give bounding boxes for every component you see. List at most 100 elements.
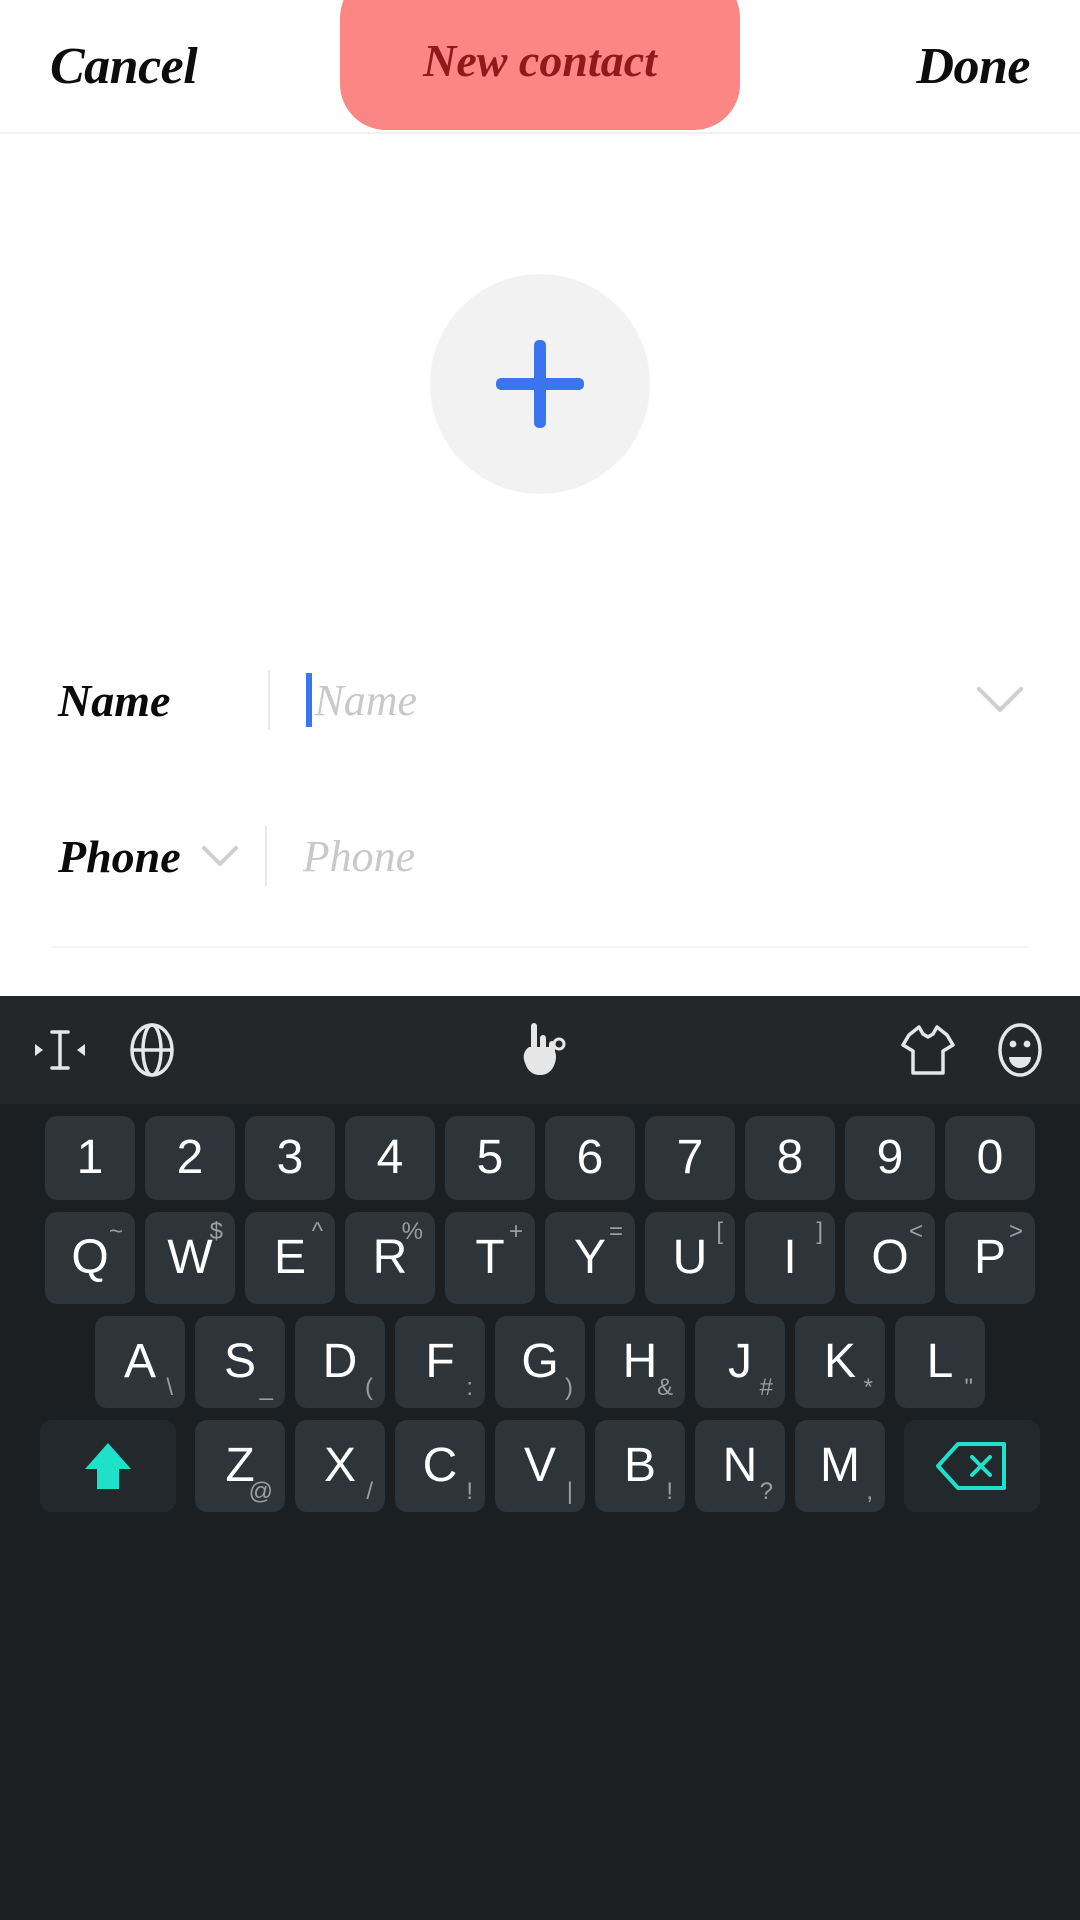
name-input[interactable]: Name xyxy=(306,673,976,727)
key-label: 6 xyxy=(576,1131,604,1184)
key-label: I xyxy=(783,1231,797,1284)
key-label: Q xyxy=(71,1231,109,1284)
key-secondary-symbol: / xyxy=(366,1478,373,1505)
onscreen-keyboard: 1234567890 ~ Q $ W ^ E% R + T = Y[U] I < O > P A \ S _ D(F:… xyxy=(0,996,1080,1920)
key-8[interactable]: 8 xyxy=(745,1116,835,1200)
key-label: H xyxy=(622,1335,658,1388)
key-K[interactable]: K * xyxy=(795,1316,885,1408)
key-T[interactable]: + T xyxy=(445,1212,535,1304)
key-I[interactable]: ] I xyxy=(745,1212,835,1304)
key-4[interactable]: 4 xyxy=(345,1116,435,1200)
key-W[interactable]: $ W xyxy=(145,1212,235,1304)
handwriting-icon[interactable] xyxy=(494,1004,586,1096)
top-navigation-bar: Cancel New contact Done xyxy=(0,0,1080,134)
key-label: 9 xyxy=(876,1131,904,1184)
key-secondary-symbol: ! xyxy=(666,1478,673,1505)
key-label: J xyxy=(728,1335,752,1388)
key-H[interactable]: H & xyxy=(595,1316,685,1408)
key-S[interactable]: S _ xyxy=(195,1316,285,1408)
done-button[interactable]: Done xyxy=(916,0,1030,132)
globe-icon[interactable] xyxy=(106,1004,198,1096)
key-label: 5 xyxy=(476,1131,504,1184)
shift-key[interactable] xyxy=(40,1420,176,1512)
key-secondary-symbol: > xyxy=(1008,1218,1023,1245)
key-D[interactable]: D( xyxy=(295,1316,385,1408)
key-label: N xyxy=(722,1439,758,1492)
key-label: T xyxy=(475,1231,505,1284)
field-row-phone[interactable]: Phone Phone xyxy=(0,808,1080,904)
tshirt-icon[interactable] xyxy=(882,1004,974,1096)
key-5[interactable]: 5 xyxy=(445,1116,535,1200)
key-2[interactable]: 2 xyxy=(145,1116,235,1200)
key-P[interactable]: > P xyxy=(945,1212,1035,1304)
key-M[interactable]: M, xyxy=(795,1420,885,1512)
key-label: C xyxy=(422,1439,458,1492)
key-A[interactable]: A \ xyxy=(95,1316,185,1408)
key-O[interactable]: < O xyxy=(845,1212,935,1304)
key-secondary-symbol: : xyxy=(466,1374,473,1401)
key-secondary-symbol: # xyxy=(759,1374,773,1401)
key-label: P xyxy=(973,1231,1006,1284)
key-6[interactable]: 6 xyxy=(545,1116,635,1200)
add-photo-button[interactable] xyxy=(430,274,650,494)
key-Q[interactable]: ~ Q xyxy=(45,1212,135,1304)
key-label: 8 xyxy=(776,1131,804,1184)
key-R[interactable]: % R xyxy=(345,1212,435,1304)
key-9[interactable]: 9 xyxy=(845,1116,935,1200)
keyboard-row-qwerty: ~ Q $ W ^ E% R + T = Y[U] I < O > P xyxy=(0,1212,1080,1304)
emoji-icon[interactable] xyxy=(974,1004,1066,1096)
key-N[interactable]: N? xyxy=(695,1420,785,1512)
phone-field-label: Phone xyxy=(58,830,181,882)
key-1[interactable]: 1 xyxy=(45,1116,135,1200)
field-divider xyxy=(264,826,267,886)
field-row-name[interactable]: Name Name xyxy=(0,652,1080,748)
keyboard-row-asdf: A \ S _ D(F: G) H & J # K * L " xyxy=(0,1316,1080,1408)
key-Y[interactable]: = Y xyxy=(545,1212,635,1304)
field-divider xyxy=(268,670,271,730)
text-cursor-icon[interactable] xyxy=(14,1004,106,1096)
key-secondary-symbol: $ xyxy=(209,1218,223,1245)
key-X[interactable]: X / xyxy=(295,1420,385,1512)
cancel-label: Cancel xyxy=(50,37,198,95)
key-V[interactable]: V | xyxy=(495,1420,585,1512)
key-label: W xyxy=(167,1231,213,1284)
phone-input[interactable]: Phone xyxy=(303,831,1080,882)
key-J[interactable]: J # xyxy=(695,1316,785,1408)
key-label: B xyxy=(623,1439,656,1492)
phone-placeholder: Phone xyxy=(302,831,416,881)
key-label: A xyxy=(123,1335,156,1388)
key-secondary-symbol: [ xyxy=(716,1218,723,1245)
key-C[interactable]: C! xyxy=(395,1420,485,1512)
key-label: K xyxy=(823,1335,856,1388)
phone-type-chevron-down-icon[interactable] xyxy=(201,845,239,867)
key-Z[interactable]: Z @ xyxy=(195,1420,285,1512)
cancel-button[interactable]: Cancel xyxy=(50,0,198,132)
key-secondary-symbol: ! xyxy=(466,1478,473,1505)
backspace-key[interactable] xyxy=(904,1420,1040,1512)
key-label: 4 xyxy=(376,1131,404,1184)
key-3[interactable]: 3 xyxy=(245,1116,335,1200)
key-B[interactable]: B! xyxy=(595,1420,685,1512)
key-0[interactable]: 0 xyxy=(945,1116,1035,1200)
key-E[interactable]: ^ E xyxy=(245,1212,335,1304)
key-L[interactable]: L " xyxy=(895,1316,985,1408)
key-7[interactable]: 7 xyxy=(645,1116,735,1200)
key-secondary-symbol: ( xyxy=(365,1374,373,1401)
key-label: 0 xyxy=(976,1131,1004,1184)
key-secondary-symbol: < xyxy=(908,1218,923,1245)
key-label: V xyxy=(523,1439,556,1492)
key-secondary-symbol: | xyxy=(566,1478,573,1505)
key-secondary-symbol: ~ xyxy=(108,1218,123,1245)
key-label: E xyxy=(273,1231,306,1284)
key-G[interactable]: G) xyxy=(495,1316,585,1408)
key-U[interactable]: [U xyxy=(645,1212,735,1304)
key-F[interactable]: F: xyxy=(395,1316,485,1408)
key-label: D xyxy=(322,1335,358,1388)
contact-form: Name Name Phone Phone xyxy=(0,134,1080,998)
key-secondary-symbol: % xyxy=(401,1218,423,1245)
chevron-down-icon[interactable] xyxy=(976,686,1024,714)
key-label: 7 xyxy=(676,1131,704,1184)
key-secondary-symbol: ] xyxy=(816,1218,823,1245)
key-secondary-symbol: " xyxy=(964,1374,973,1401)
key-label: 1 xyxy=(76,1131,104,1184)
